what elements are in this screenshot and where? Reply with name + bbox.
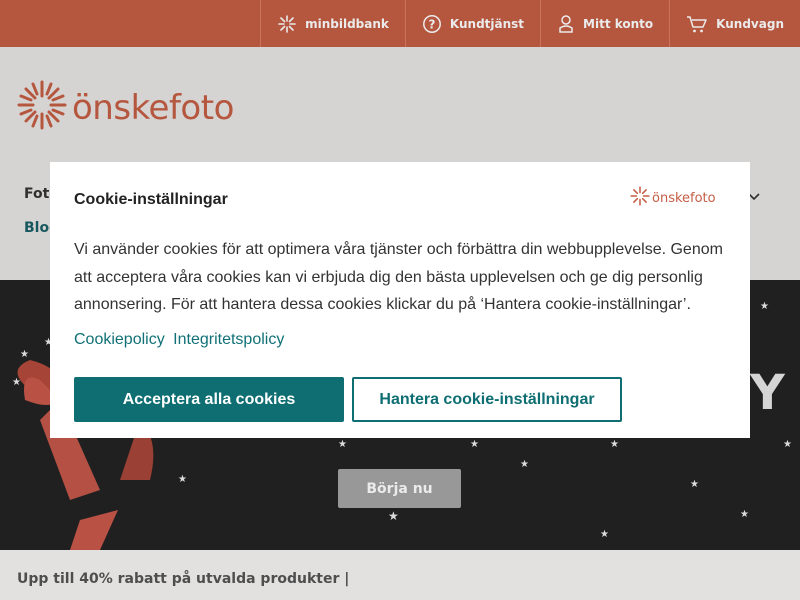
policy-links: Cookiepolicy Integritetspolicy (74, 331, 288, 349)
modal-body-text: Vi använder cookies för att optimera vår… (74, 241, 723, 313)
modal-logo: önskefoto (630, 186, 716, 211)
manage-cookies-button[interactable]: Hantera cookie-inställningar (352, 377, 622, 422)
cookiepolicy-link[interactable]: Cookiepolicy (74, 331, 165, 348)
modal-title: Cookie-inställningar (74, 191, 228, 208)
logo-mark-icon (630, 186, 650, 211)
privacy-policy-link[interactable]: Integritetspolicy (173, 331, 284, 348)
accept-all-cookies-button[interactable]: Acceptera alla cookies (74, 377, 344, 422)
modal-logo-text: önskefoto (652, 191, 716, 206)
cookie-modal: Cookie-inställningar önskefoto Vi använd… (50, 162, 750, 438)
